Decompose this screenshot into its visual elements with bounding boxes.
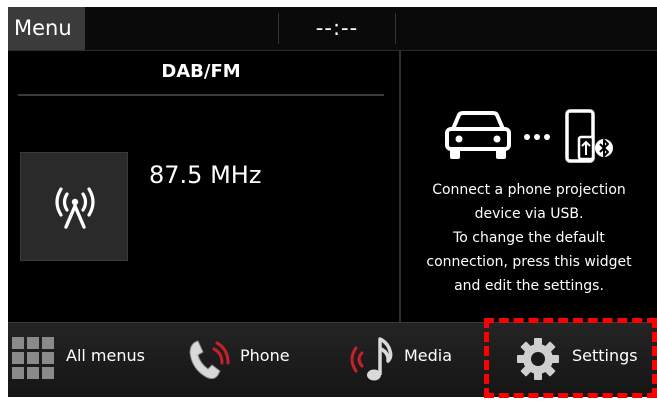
antenna-broadcast-icon xyxy=(55,187,95,229)
menu-button[interactable]: Menu xyxy=(8,7,85,50)
projection-illustration xyxy=(445,109,613,163)
radio-widget[interactable]: DAB/FM 87.5 MHz xyxy=(8,51,399,322)
media-button[interactable]: Media xyxy=(338,323,488,397)
status-divider xyxy=(278,13,279,44)
projection-instructions: Connect a phone projection device via US… xyxy=(407,178,651,298)
radio-title-underline xyxy=(18,94,384,96)
car-icon xyxy=(445,111,511,159)
phone-label: Phone xyxy=(240,346,290,365)
instruction-line: device via USB. xyxy=(474,206,584,222)
instruction-line: and edit the settings. xyxy=(454,278,604,294)
all-menus-button[interactable]: All menus xyxy=(8,323,178,397)
clock: --:-- xyxy=(315,16,359,40)
radio-source-title: DAB/FM xyxy=(161,61,241,82)
music-note-icon xyxy=(350,337,393,381)
media-label: Media xyxy=(404,346,453,365)
instruction-line: connection, press this widget xyxy=(426,254,632,270)
status-bar: Menu --:-- xyxy=(8,7,657,51)
all-menus-label: All menus xyxy=(66,346,145,365)
instruction-line: To change the default xyxy=(453,230,605,246)
ellipsis-icon xyxy=(524,134,550,140)
radio-station-tile[interactable] xyxy=(20,152,128,261)
phone-usb-bluetooth-icon xyxy=(565,109,613,163)
status-divider xyxy=(395,13,396,44)
instruction-line: Connect a phone projection xyxy=(432,182,626,198)
phone-handset-icon xyxy=(189,340,230,380)
grid-icon xyxy=(12,337,54,379)
radio-frequency: 87.5 MHz xyxy=(149,161,262,189)
phone-button[interactable]: Phone xyxy=(178,323,308,397)
settings-highlight-box xyxy=(484,318,657,398)
phone-projection-widget[interactable]: Connect a phone projection device via US… xyxy=(401,51,657,322)
